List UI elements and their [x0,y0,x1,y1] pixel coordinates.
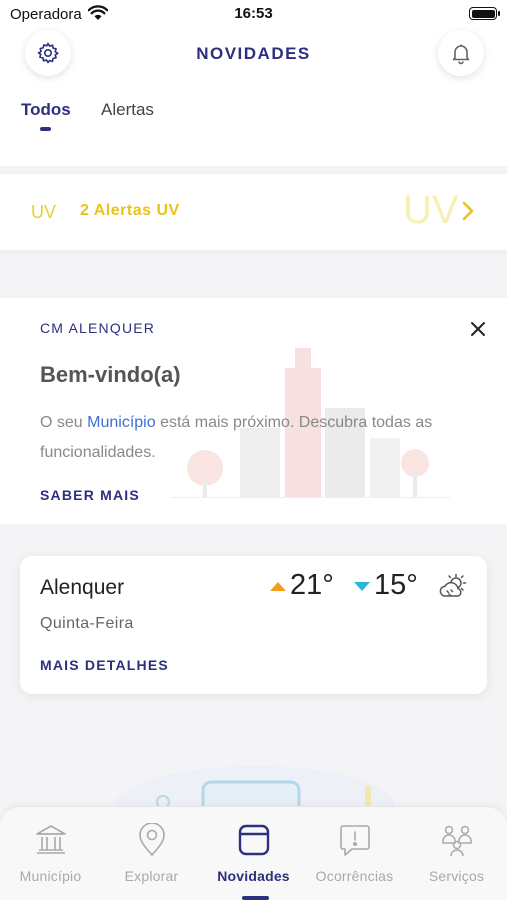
battery-icon [469,7,500,20]
tabbar-item-novidades[interactable]: Novidades [203,807,304,900]
page-title: NOVIDADES [196,44,311,63]
welcome-description: O seu Município está mais próximo. Descu… [40,408,490,468]
tabbar-item-explorar[interactable]: Explorar [101,807,202,900]
tabbar-item-ocorrencias[interactable]: Ocorrências [304,807,405,900]
temperature-down-icon [354,582,370,591]
news-icon [238,824,269,855]
tabbar-label-explorar: Explorar [124,868,179,884]
more-details-button[interactable]: MAIS DETALHES [40,657,169,673]
welcome-text-start: O seu [40,414,88,431]
active-tab-indicator [242,896,269,900]
uv-icon: UV [31,202,57,222]
tabbar-label-ocorrencias: Ocorrências [315,868,394,884]
tab-todos[interactable]: Todos [21,100,71,120]
weather-card[interactable]: Alenquer Quinta-Feira MAIS DETALHES 21° … [20,556,487,694]
uv-alert-card[interactable]: UV 2 Alertas UV UV [0,174,507,250]
uv-watermark: UV [403,188,459,232]
max-temperature: 21° [290,569,334,601]
partly-cloudy-icon [439,573,467,597]
close-button[interactable] [465,316,491,342]
municipio-link[interactable]: Município [87,414,155,431]
status-bar: Operadora 16:53 [0,0,507,28]
chevron-right-icon [462,201,474,221]
services-icon [441,825,472,856]
active-tab-indicator [40,127,51,131]
tabbar-item-municipio[interactable]: Município [0,807,101,900]
tabbar-label-novidades: Novidades [217,868,290,884]
header: NOVIDADES Todos Alertas [0,28,507,166]
min-temperature: 15° [374,569,418,601]
welcome-title: Bem-vindo(a) [40,362,181,387]
bottom-illustration [115,766,395,806]
tabbar-label-servicos: Serviços [428,868,485,884]
clock: 16:53 [234,5,273,22]
tabbar-item-servicos[interactable]: Serviços [406,807,507,900]
temperature-up-icon [270,582,286,591]
uv-alert-label: 2 Alertas UV [80,202,180,219]
alert-bubble-icon [339,824,370,856]
weather-day: Quinta-Feira [40,615,134,632]
weather-city: Alenquer [40,576,125,599]
notifications-button[interactable] [438,30,484,76]
bottom-tab-bar: Município Explorar Novidades Ocorrências… [0,806,507,900]
close-icon [471,322,485,336]
organization-label: CM ALENQUER [40,320,156,336]
learn-more-button[interactable]: SABER MAIS [40,487,140,503]
map-pin-icon [138,822,165,856]
bell-icon [452,44,470,65]
welcome-card: CM ALENQUER Bem-vindo(a) O seu Município… [0,298,507,524]
tab-alertas[interactable]: Alertas [101,100,154,120]
building-icon [35,824,66,854]
tabbar-label-municipio: Município [19,868,82,884]
